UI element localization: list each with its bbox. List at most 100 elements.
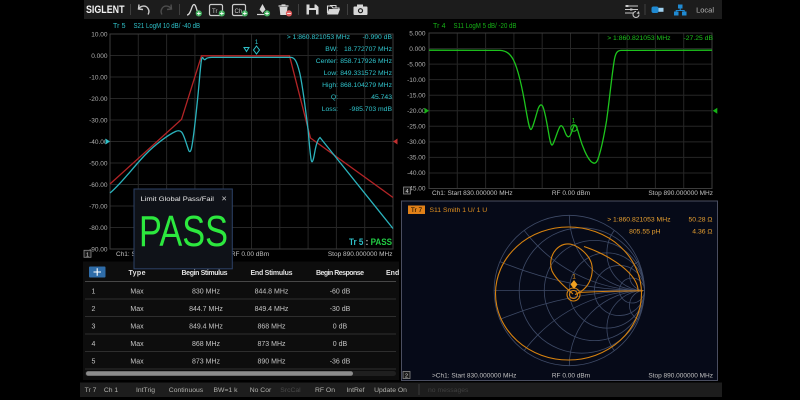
svg-text:0.000: 0.000 — [91, 53, 108, 60]
svg-text:Limit Global Pass/Fail: Limit Global Pass/Fail — [141, 196, 215, 203]
svg-text:Ch: Ch — [235, 9, 243, 15]
svg-text:18.772707 MHz: 18.772707 MHz — [344, 46, 393, 53]
svg-text:-80.00: -80.00 — [89, 225, 108, 232]
svg-text:-90.00: -90.00 — [89, 246, 108, 253]
svg-text:-60.00: -60.00 — [89, 182, 108, 189]
svg-text:-36 dB: -36 dB — [330, 359, 351, 366]
svg-text:Stop 890.000000 MHz: Stop 890.000000 MHz — [648, 190, 713, 197]
svg-text:-30.00: -30.00 — [89, 117, 108, 124]
svg-text:-10.00: -10.00 — [407, 77, 426, 84]
svg-text:-60 dB: -60 dB — [330, 289, 351, 296]
svg-text:Continuous: Continuous — [169, 387, 204, 394]
svg-text:Tr 7: Tr 7 — [411, 207, 423, 214]
svg-text:Begin Stimulus: Begin Stimulus — [182, 270, 228, 277]
svg-text:-985.703 mdB: -985.703 mdB — [349, 106, 392, 113]
svg-text:4: 4 — [405, 189, 408, 195]
svg-text:Type: Type — [129, 270, 146, 277]
svg-text:2: 2 — [92, 306, 96, 313]
svg-text:Max: Max — [130, 324, 144, 331]
svg-text:-20.00: -20.00 — [89, 96, 108, 103]
svg-text:1: 1 — [86, 252, 89, 258]
svg-text:RF 0.00 dBm: RF 0.00 dBm — [231, 251, 269, 258]
svg-text:4: 4 — [92, 341, 96, 348]
svg-text:873 MHz: 873 MHz — [192, 359, 221, 366]
svg-text:-15.00: -15.00 — [407, 93, 426, 100]
svg-text:RF On: RF On — [315, 387, 335, 394]
svg-text:868 MHz: 868 MHz — [192, 341, 221, 348]
svg-text:844.7 MHz: 844.7 MHz — [189, 306, 223, 313]
svg-text:890 MHz: 890 MHz — [257, 359, 286, 366]
svg-text:0 dB: 0 dB — [333, 341, 348, 348]
svg-text:-30 dB: -30 dB — [330, 306, 351, 313]
svg-text:>Ch1: Start 830.000000 MHz: >Ch1: Start 830.000000 MHz — [432, 373, 516, 380]
svg-text:849.4 MHz: 849.4 MHz — [255, 306, 289, 313]
svg-text:868 MHz: 868 MHz — [257, 324, 286, 331]
svg-text:-0.990 dB: -0.990 dB — [363, 34, 393, 41]
svg-text:Max: Max — [130, 306, 144, 313]
svg-text:5: 5 — [92, 359, 96, 366]
svg-text:PASS: PASS — [139, 208, 228, 256]
svg-text:S11 Smith 1 U/ 1 U: S11 Smith 1 U/ 1 U — [430, 207, 488, 214]
svg-text:Center:: Center: — [316, 58, 338, 65]
svg-text:868.104279 MHz: 868.104279 MHz — [340, 82, 392, 89]
svg-text:Tr: Tr — [212, 9, 217, 15]
svg-text:IntRef: IntRef — [346, 387, 364, 394]
svg-text:805.55 pH: 805.55 pH — [629, 229, 660, 236]
svg-text:> 1:860.821053 MHz: > 1:860.821053 MHz — [607, 217, 671, 224]
svg-text:Begin Response: Begin Response — [316, 270, 364, 277]
svg-text:BW:: BW: — [325, 46, 338, 53]
svg-text:Tr 5 : PASS: Tr 5 : PASS — [349, 237, 392, 248]
svg-text:Loss:: Loss: — [322, 106, 338, 113]
svg-text:Tr 7: Tr 7 — [85, 387, 97, 394]
svg-text:1: 1 — [92, 289, 96, 296]
svg-text:-30.00: -30.00 — [407, 139, 426, 146]
svg-text:S11 LogM 5 dB/ -20 dB: S11 LogM 5 dB/ -20 dB — [454, 23, 517, 30]
svg-text:Low:: Low: — [324, 70, 338, 77]
svg-text:Stop 890.000000 MHz: Stop 890.000000 MHz — [328, 251, 393, 258]
svg-text:Max: Max — [130, 289, 144, 296]
svg-text:RF 0.00 dBm: RF 0.00 dBm — [552, 373, 590, 380]
svg-text:5.000: 5.000 — [409, 30, 426, 37]
svg-text:1: 1 — [572, 274, 576, 281]
svg-text:> 1:860.821053 MHz: > 1:860.821053 MHz — [287, 34, 351, 41]
svg-text:0 dB: 0 dB — [333, 324, 348, 331]
svg-text:no messages: no messages — [428, 387, 469, 394]
svg-text:Max: Max — [130, 341, 144, 348]
svg-text:844.8 MHz: 844.8 MHz — [255, 289, 289, 296]
svg-text:Ch1: Start 830.000000 MHz: Ch1: Start 830.000000 MHz — [432, 190, 513, 197]
svg-text:1: 1 — [572, 118, 576, 125]
svg-text:-5.000: -5.000 — [407, 61, 426, 68]
svg-text:-40.00: -40.00 — [407, 170, 426, 177]
svg-text:849.331572 MHz: 849.331572 MHz — [340, 70, 392, 77]
svg-text:Local: Local — [696, 6, 714, 15]
svg-text:50.28 Ω: 50.28 Ω — [689, 217, 713, 224]
svg-text:SrcCal: SrcCal — [280, 387, 301, 394]
svg-text:-10.00: -10.00 — [89, 74, 108, 81]
svg-text:IntTrig: IntTrig — [136, 387, 155, 394]
svg-text:-27.25 dB: -27.25 dB — [684, 35, 714, 42]
svg-text:-35.00: -35.00 — [407, 155, 426, 162]
svg-text:-50.00: -50.00 — [89, 160, 108, 167]
svg-text:3: 3 — [92, 324, 96, 331]
svg-text:-20.00: -20.00 — [407, 108, 426, 115]
svg-text:Max: Max — [130, 359, 144, 366]
svg-text:45.743: 45.743 — [371, 94, 392, 101]
svg-text:-40.00: -40.00 — [89, 139, 108, 146]
svg-text:Tr 5: Tr 5 — [113, 23, 126, 30]
svg-text:RF 0.00 dBm: RF 0.00 dBm — [552, 190, 590, 197]
svg-text:SIGLENT: SIGLENT — [86, 4, 125, 16]
svg-text:1: 1 — [255, 39, 259, 46]
svg-text:Tr 4: Tr 4 — [433, 23, 446, 30]
svg-text:858.717926 MHz: 858.717926 MHz — [340, 58, 392, 65]
svg-text:4.36 Ω: 4.36 Ω — [692, 229, 712, 236]
svg-text:830 MHz: 830 MHz — [192, 289, 221, 296]
svg-text:S21 LogM 10 dB/ -40 dB: S21 LogM 10 dB/ -40 dB — [134, 23, 201, 30]
svg-text:Update On: Update On — [374, 387, 407, 394]
svg-text:10.00: 10.00 — [91, 31, 108, 38]
svg-text:×: × — [222, 194, 227, 204]
svg-text:Stop 890.000000 MHz: Stop 890.000000 MHz — [648, 373, 713, 380]
svg-text:-25.00: -25.00 — [407, 124, 426, 131]
svg-text:End Stimulus: End Stimulus — [251, 270, 293, 277]
svg-text:High:: High: — [322, 82, 338, 89]
svg-text:BW=1 k: BW=1 k — [214, 387, 239, 394]
